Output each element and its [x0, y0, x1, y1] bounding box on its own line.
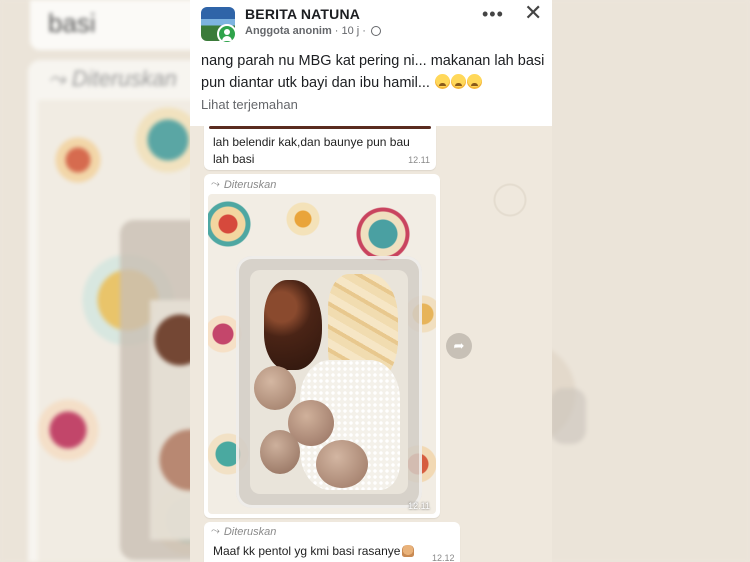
background-message-text: basi: [48, 8, 96, 38]
sad-emoji-icon: [434, 74, 450, 89]
post-text: nang parah nu MBG kat pering ni... makan…: [201, 53, 545, 91]
anonymous-member-icon: [217, 24, 237, 44]
meatball: [260, 430, 300, 474]
background-share-icon: [550, 388, 586, 444]
post-image-panel: lah belendir kak,dan baunye pun bau lah …: [190, 0, 552, 562]
photo-time: 12.11: [408, 501, 430, 511]
message-text: lah belendir kak,dan baunye pun bau lah …: [213, 135, 410, 166]
forwarded-label: ⤳ Diteruskan: [211, 525, 277, 538]
sad-emoji-icon: [450, 74, 466, 89]
background-forwarded-label: ⤳ Diteruskan: [48, 66, 177, 91]
forward-icon: ⤳: [48, 66, 66, 91]
photo-edge: [209, 126, 431, 129]
message-time: 12.11: [408, 155, 430, 165]
see-translation-link[interactable]: Lihat terjemahan: [201, 97, 298, 112]
sad-emoji-icon: [466, 74, 482, 89]
food-contents: [250, 270, 408, 494]
forward-icon: ⤳: [211, 178, 220, 190]
privacy-icon: [370, 26, 381, 36]
page-name[interactable]: BERITA NATUNA: [245, 6, 360, 22]
share-forward-icon[interactable]: ➦: [446, 333, 472, 359]
chat-photo-message: ⤳ Diteruskan 12.11: [204, 174, 440, 518]
pray-emoji-icon: [402, 545, 415, 557]
post-header: BERITA NATUNA Anggota anonim · 10 j · ••…: [190, 0, 552, 126]
forward-icon: ⤳: [211, 525, 220, 537]
post-time[interactable]: 10 j: [341, 25, 359, 37]
message-time: 12.12: [432, 553, 455, 562]
chat-message: ⤳ Diteruskan Maaf kk pentol yg kmi basi …: [204, 522, 460, 562]
forwarded-label: ⤳ Diteruskan: [211, 178, 277, 191]
close-icon[interactable]: ✕: [524, 0, 542, 26]
meat: [264, 280, 322, 370]
food-container: [236, 256, 422, 508]
meatball: [316, 440, 368, 488]
food-photo[interactable]: 12.11: [208, 194, 436, 514]
post-author: Anggota anonim: [245, 25, 332, 37]
meatball: [254, 366, 296, 410]
message-text: Maaf kk pentol yg kmi basi rasanye: [213, 544, 415, 558]
more-options-icon[interactable]: •••: [482, 4, 504, 25]
post-meta: Anggota anonim · 10 j ·: [245, 25, 381, 37]
